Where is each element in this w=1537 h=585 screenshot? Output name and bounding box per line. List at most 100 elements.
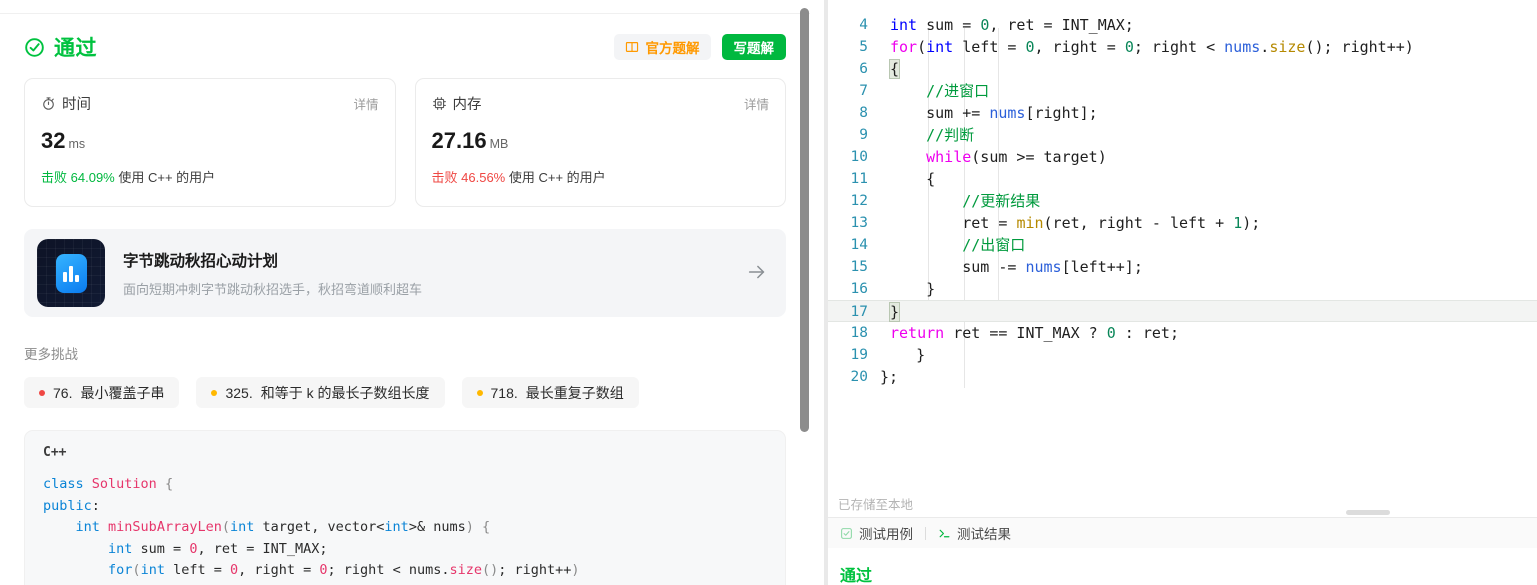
line-number: 18 <box>850 325 868 341</box>
challenge-tag[interactable]: 325. 和等于 k 的最长子数组长度 <box>196 377 445 408</box>
runtime-detail-link[interactable]: 详情 <box>353 94 378 113</box>
runtime-beat-suffix: 使用 C++ 的用户 <box>118 170 216 185</box>
memory-beat-percent: 46.56% <box>461 170 506 185</box>
runtime-title-group: 时间 <box>41 93 91 114</box>
memory-unit: MB <box>489 137 509 151</box>
editor-line[interactable]: 8 sum += nums[right]; <box>828 102 1537 124</box>
editor-line[interactable]: 15 sum -= nums[left++]; <box>828 256 1537 278</box>
line-content: //判断 <box>926 126 975 144</box>
more-challenges-label: 更多挑战 <box>24 347 78 362</box>
promo-subtitle: 面向短期冲刺字节跳动秋招选手，秋招弯道顺利超车 <box>123 281 423 297</box>
tab-test-result[interactable]: 测试结果 <box>938 523 1011 543</box>
submission-content: 通过 官方题解 写题解 时间 详情 32 ms 击败 64.09% 使用 C++… <box>0 22 810 585</box>
challenge-tag[interactable]: 718. 最长重复子数组 <box>461 377 639 408</box>
line-content: ret = min(ret, right - left + 1); <box>890 214 1261 232</box>
submission-scroll-area: 通过 官方题解 写题解 时间 详情 32 ms 击败 64.09% 使用 C++… <box>0 0 810 585</box>
line-content: //更新结果 <box>962 192 1041 210</box>
editor-horizontal-scrollbar-thumb[interactable] <box>1346 510 1390 515</box>
console-result-status: 通过 <box>840 568 873 585</box>
solution-actions: 官方题解 写题解 <box>613 34 786 60</box>
memory-beat-suffix: 使用 C++ 的用户 <box>508 170 606 185</box>
line-number: 12 <box>850 193 868 209</box>
line-number: 7 <box>859 83 868 99</box>
status-badge: 通过 <box>54 37 97 60</box>
promo-title: 字节跳动秋招心动计划 <box>123 252 279 270</box>
line-number: 15 <box>850 259 868 275</box>
line-content: for(int left = 0, right = 0; right < num… <box>890 38 1414 56</box>
check-circle-icon <box>24 37 45 58</box>
editor-line[interactable]: 16 } <box>828 278 1537 300</box>
challenge-title: 最长重复子数组 <box>525 384 624 401</box>
submission-detail-panel: 通过 官方题解 写题解 时间 详情 32 ms 击败 64.09% 使用 C++… <box>0 0 824 585</box>
write-solution-button[interactable]: 写题解 <box>721 34 786 60</box>
line-content: sum -= nums[left++]; <box>890 258 1143 276</box>
status-group: 通过 <box>24 32 97 62</box>
editor-line[interactable]: 13 ret = min(ret, right - left + 1); <box>828 212 1537 234</box>
line-number: 4 <box>859 17 868 33</box>
promo-banner[interactable]: 字节跳动秋招心动计划 面向短期冲刺字节跳动秋招选手，秋招弯道顺利超车 <box>24 229 786 317</box>
memory-value-group: 27.16 MB <box>432 130 770 152</box>
left-panel-scrollbar[interactable] <box>800 0 810 585</box>
promo-bar-2 <box>69 265 73 282</box>
book-icon <box>625 40 639 54</box>
console-panel: 测试用例 测试结果 通过 <box>828 517 1537 585</box>
line-number: 9 <box>859 127 868 143</box>
editor-line[interactable]: 19 } <box>828 344 1537 366</box>
memory-card: 内存 详情 27.16 MB 击败 46.56% 使用 C++ 的用户 <box>414 78 786 207</box>
editor-line[interactable]: 6{ <box>828 58 1537 80</box>
bytedance-app-icon <box>37 239 105 307</box>
tab-test-result-label: 测试结果 <box>957 527 1011 542</box>
runtime-card-header: 时间 详情 <box>41 93 379 114</box>
editor-line[interactable]: 10 while(sum >= target) <box>828 146 1537 168</box>
line-number: 10 <box>850 149 868 165</box>
line-content: { <box>888 59 901 79</box>
editor-line[interactable]: 5 for(int left = 0, right = 0; right < nu… <box>828 36 1537 58</box>
editor-line[interactable]: 7 //进窗口 <box>828 80 1537 102</box>
editor-line[interactable]: 11 { <box>828 168 1537 190</box>
terminal-icon <box>938 527 951 540</box>
runtime-beat-percent: 64.09% <box>70 170 115 185</box>
editor-line[interactable]: 9 //判断 <box>828 124 1537 146</box>
official-solution-label: 官方题解 <box>645 41 700 56</box>
arrow-right-icon[interactable] <box>746 261 768 286</box>
promo-bar-1 <box>63 271 67 282</box>
code-editor[interactable]: 4 int sum = 0, ret = INT_MAX; 5 for(int le… <box>828 0 1537 517</box>
left-panel-scrollbar-thumb[interactable] <box>800 8 809 432</box>
tab-testcase[interactable]: 测试用例 <box>840 523 913 543</box>
tab-testcase-label: 测试用例 <box>859 527 913 542</box>
editor-code-area[interactable]: 4 int sum = 0, ret = INT_MAX; 5 for(int le… <box>828 14 1537 388</box>
line-content: while(sum >= target) <box>926 148 1107 166</box>
memory-detail-link[interactable]: 详情 <box>744 94 769 113</box>
line-content: } <box>890 280 936 298</box>
runtime-value-group: 32 ms <box>41 130 379 152</box>
runtime-title: 时间 <box>62 97 91 113</box>
line-number: 11 <box>850 171 868 187</box>
runtime-beat-prefix: 击败 <box>41 170 68 185</box>
challenge-number: 718. <box>490 384 518 401</box>
editor-line[interactable]: 12 //更新结果 <box>828 190 1537 212</box>
runtime-value: 32 <box>41 128 66 153</box>
editor-line[interactable]: 18 return ret == INT_MAX ? 0 : ret; <box>828 322 1537 344</box>
challenge-title: 最小覆盖子串 <box>80 384 165 401</box>
challenge-title: 和等于 k 的最长子数组长度 <box>260 384 430 401</box>
official-solution-button[interactable]: 官方题解 <box>613 34 711 60</box>
submitted-code-card: C++ class Solution { public: int minSubA… <box>24 430 786 585</box>
line-number: 5 <box>859 39 868 55</box>
difficulty-dot-icon <box>211 389 218 396</box>
stopwatch-icon <box>41 96 56 111</box>
difficulty-dot-icon <box>39 389 45 396</box>
editor-horizontal-scrollbar[interactable] <box>828 509 1537 517</box>
submitted-code-body: class Solution { public: int minSubArray… <box>43 476 580 585</box>
runtime-beat-text: 击败 64.09% 使用 C++ 的用户 <box>41 167 379 186</box>
challenge-tag[interactable]: 76. 最小覆盖子串 <box>24 377 180 408</box>
line-content: { <box>890 170 936 188</box>
editor-line[interactable]: 20}; <box>828 366 1537 388</box>
memory-value: 27.16 <box>431 128 487 153</box>
console-tab-bar: 测试用例 测试结果 <box>828 518 1537 548</box>
editor-line-current[interactable]: 17} <box>828 300 1537 322</box>
line-number: 16 <box>850 281 868 297</box>
promo-bar-3 <box>75 274 79 282</box>
line-number: 13 <box>850 215 868 231</box>
editor-line[interactable]: 4 int sum = 0, ret = INT_MAX; <box>828 14 1537 36</box>
editor-line[interactable]: 14 //出窗口 <box>828 234 1537 256</box>
